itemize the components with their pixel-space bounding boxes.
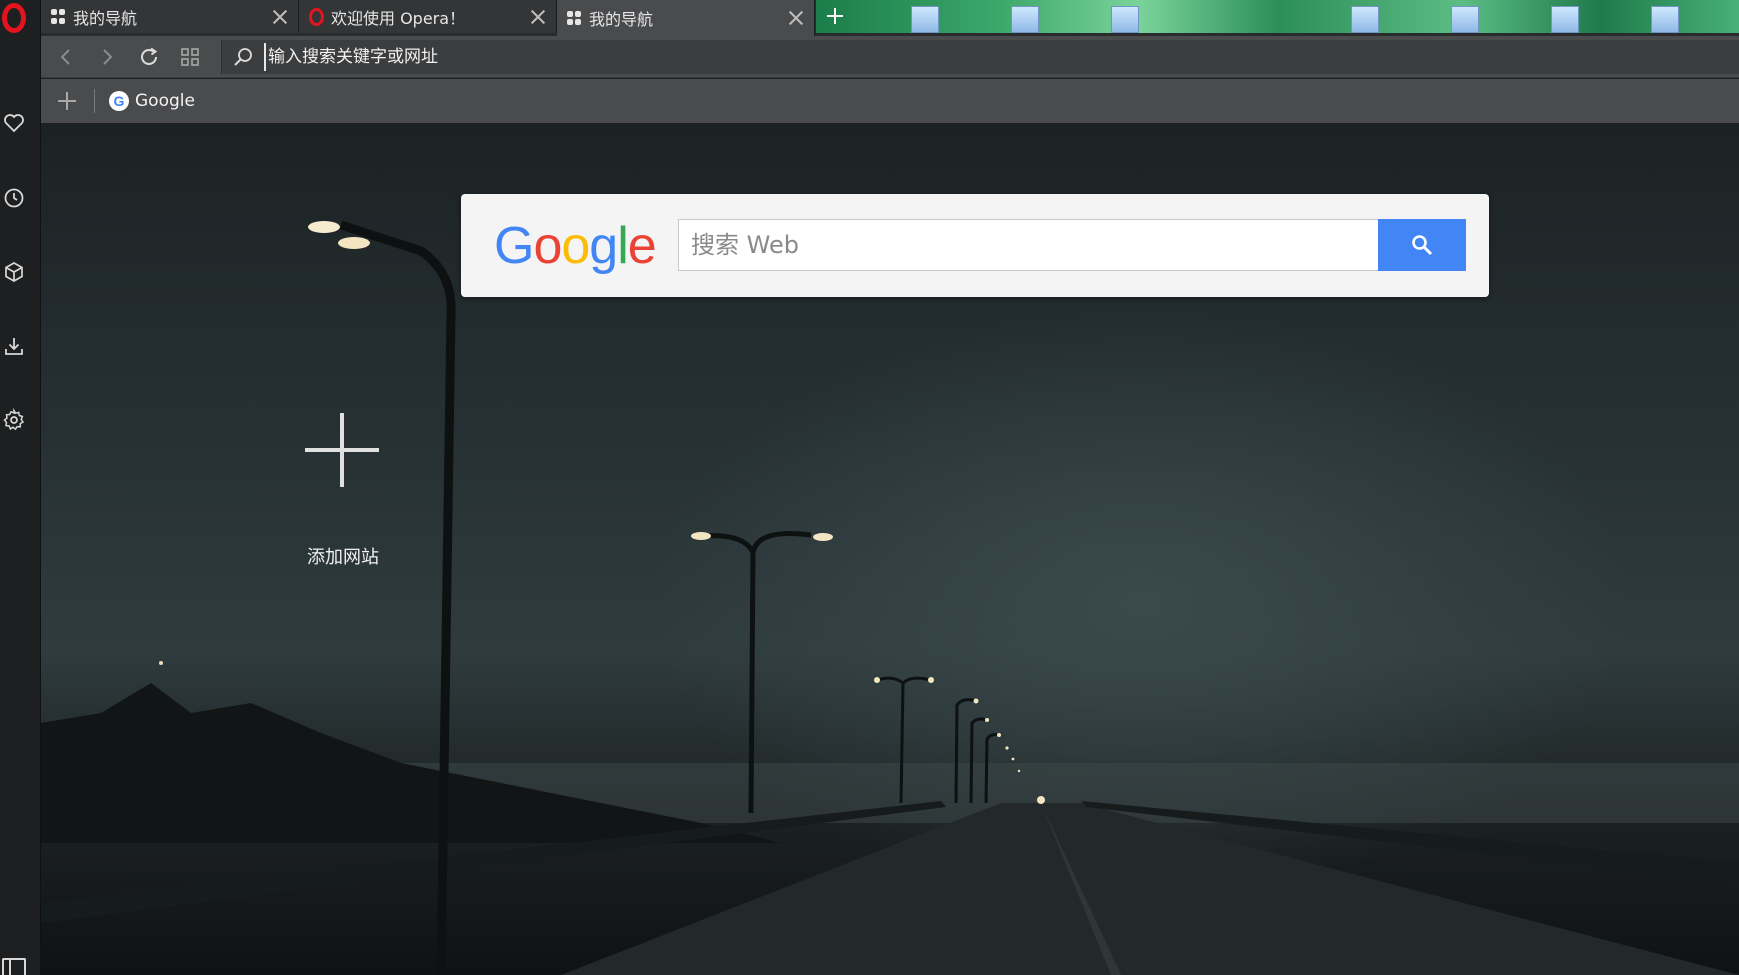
download-icon[interactable] — [2, 334, 26, 358]
speed-dial-grid-icon[interactable] — [178, 45, 202, 69]
desktop-background-strip — [816, 0, 1739, 33]
tab-title: 我的导航 — [589, 10, 654, 29]
address-bar[interactable] — [221, 40, 1739, 74]
google-search-input[interactable] — [678, 219, 1378, 271]
desktop-file-icon — [1351, 6, 1379, 33]
desktop-file-icon — [911, 6, 939, 33]
tab-welcome-opera[interactable]: 欢迎使用 Opera！ — [299, 0, 557, 33]
add-bookmark-plus-icon[interactable] — [57, 91, 77, 111]
google-search-widget: Google — [461, 194, 1489, 297]
tab-title: 我的导航 — [73, 8, 138, 28]
clock-icon[interactable] — [2, 186, 26, 210]
bookmarks-separator — [94, 89, 95, 113]
bookmark-google[interactable]: G Google — [109, 88, 195, 114]
back-arrow-icon[interactable] — [54, 45, 78, 69]
reload-icon[interactable] — [137, 45, 161, 69]
desktop-file-icon — [1011, 6, 1039, 33]
forward-arrow-icon[interactable] — [95, 45, 119, 69]
sidebar-toggle-icon[interactable] — [2, 958, 26, 975]
address-toolbar — [41, 36, 1739, 78]
opera-logo-icon — [309, 7, 324, 26]
address-input[interactable] — [264, 43, 1704, 71]
desktop-file-icon — [1111, 6, 1139, 33]
speed-dial-grid-icon — [51, 9, 66, 24]
add-site-tile[interactable]: 添加网站 — [273, 413, 403, 613]
cube-icon[interactable] — [2, 260, 26, 284]
sidebar — [0, 0, 41, 975]
google-g-icon: G — [109, 91, 129, 111]
bookmark-label: Google — [135, 91, 195, 111]
close-icon[interactable] — [528, 7, 548, 27]
speed-dial-grid-icon — [567, 10, 582, 26]
heart-icon[interactable] — [2, 111, 26, 135]
tab-title: 欢迎使用 Opera！ — [331, 8, 466, 28]
plus-icon — [305, 413, 379, 487]
add-site-label: 添加网站 — [307, 547, 379, 568]
tab-speed-dial-1[interactable]: 我的导航 — [41, 0, 299, 33]
gear-icon[interactable] — [2, 408, 26, 432]
magnifier-icon — [1412, 235, 1433, 256]
opera-menu-icon[interactable] — [2, 3, 26, 33]
bookmarks-bar: G Google — [41, 79, 1739, 123]
new-tab-plus-icon[interactable] — [825, 6, 845, 26]
speed-dial-page: Google 添加网站 — [41, 123, 1739, 975]
desktop-file-icon — [1651, 6, 1679, 33]
tab-speed-dial-2-active[interactable]: 我的导航 — [557, 0, 815, 36]
close-icon[interactable] — [786, 8, 806, 28]
google-logo: Google — [494, 217, 657, 275]
desktop-file-icon — [1451, 6, 1479, 33]
close-icon[interactable] — [270, 7, 290, 27]
google-search-button[interactable] — [1378, 219, 1466, 271]
desktop-file-icon — [1551, 6, 1579, 33]
search-icon — [231, 45, 255, 69]
tab-strip: 我的导航 欢迎使用 Opera！ 我的导航 — [41, 0, 1739, 36]
